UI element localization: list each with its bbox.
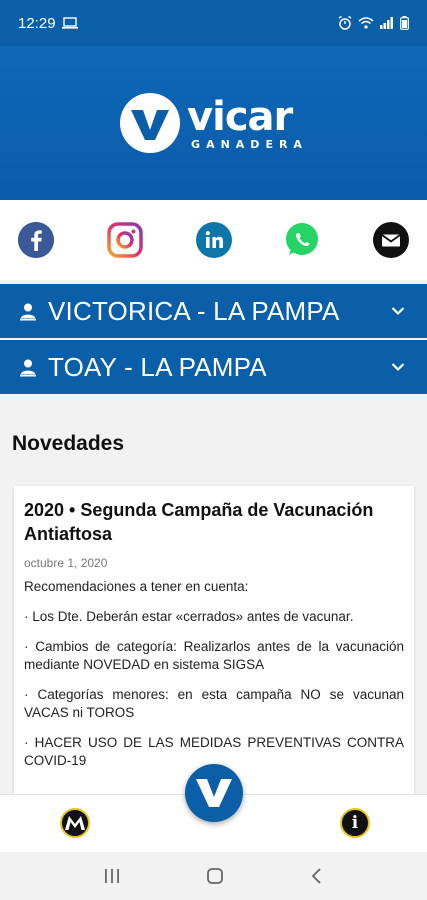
post-title[interactable]: 2020 • Segunda Campaña de Vacunación Ant… [24, 498, 404, 546]
news-section: Novedades 2020 • Segunda Campaña de Vacu… [0, 410, 427, 794]
section-title: Novedades [12, 432, 125, 455]
facebook-button[interactable] [18, 222, 54, 258]
battery-icon [400, 16, 409, 30]
post-date: octubre 1, 2020 [24, 556, 108, 570]
post-paragraph: · Categorías menores: en esta campaña NO… [24, 687, 404, 720]
location-row-toay[interactable]: TOAY - LA PAMPA [0, 340, 427, 394]
signal-icon [380, 17, 393, 29]
location-row-victorica[interactable]: VICTORICA - LA PAMPA [0, 284, 427, 338]
post-paragraph: · Los Dte. Deberán estar «cerrados» ante… [24, 609, 354, 624]
instagram-icon [107, 222, 143, 258]
whatsapp-button[interactable] [284, 222, 320, 258]
menu-m-button[interactable] [60, 808, 90, 838]
facebook-icon [18, 222, 54, 258]
location-label: VICTORICA - LA PAMPA [48, 295, 340, 326]
info-button[interactable]: i [340, 808, 370, 838]
app-header: vicar GANADERA [0, 46, 427, 200]
instagram-button[interactable] [107, 222, 143, 258]
email-icon [373, 222, 409, 258]
whatsapp-icon [286, 223, 319, 255]
home-icon[interactable] [206, 867, 224, 885]
chevron-down-icon [391, 363, 405, 372]
post-paragraph: Recomendaciones a tener en cuenta: [24, 579, 249, 594]
brand-name: vicar [187, 93, 293, 140]
alarm-icon [338, 16, 352, 30]
back-icon[interactable] [310, 867, 324, 885]
location-label: TOAY - LA PAMPA [48, 351, 267, 382]
home-fab-button[interactable] [185, 764, 243, 822]
wifi-icon [358, 17, 374, 29]
social-bar [0, 200, 427, 280]
news-card[interactable]: 2020 • Segunda Campaña de Vacunación Ant… [14, 486, 414, 794]
vicar-v-icon [196, 779, 232, 807]
post-body: Recomendaciones a tener en cuenta: · Los… [24, 578, 404, 770]
status-bar: 12:29 [0, 0, 427, 46]
vicar-logo: vicar GANADERA [119, 92, 308, 154]
linkedin-button[interactable] [195, 222, 232, 258]
laptop-icon [61, 17, 78, 29]
info-icon: i [351, 813, 359, 833]
recents-icon[interactable] [103, 868, 121, 884]
vicar-logo-mark [120, 93, 181, 153]
post-paragraph: · Cambios de categoría: Realizarlos ante… [24, 639, 404, 672]
chevron-down-icon [391, 307, 405, 316]
brand-subtitle: GANADERA [191, 137, 308, 151]
location-person-icon [20, 303, 36, 321]
email-button[interactable] [373, 222, 409, 258]
system-navigation-bar [0, 852, 427, 900]
m-logo-icon [65, 816, 85, 830]
status-time: 12:29 [18, 14, 56, 32]
location-person-icon [20, 359, 36, 377]
linkedin-icon [195, 222, 232, 258]
